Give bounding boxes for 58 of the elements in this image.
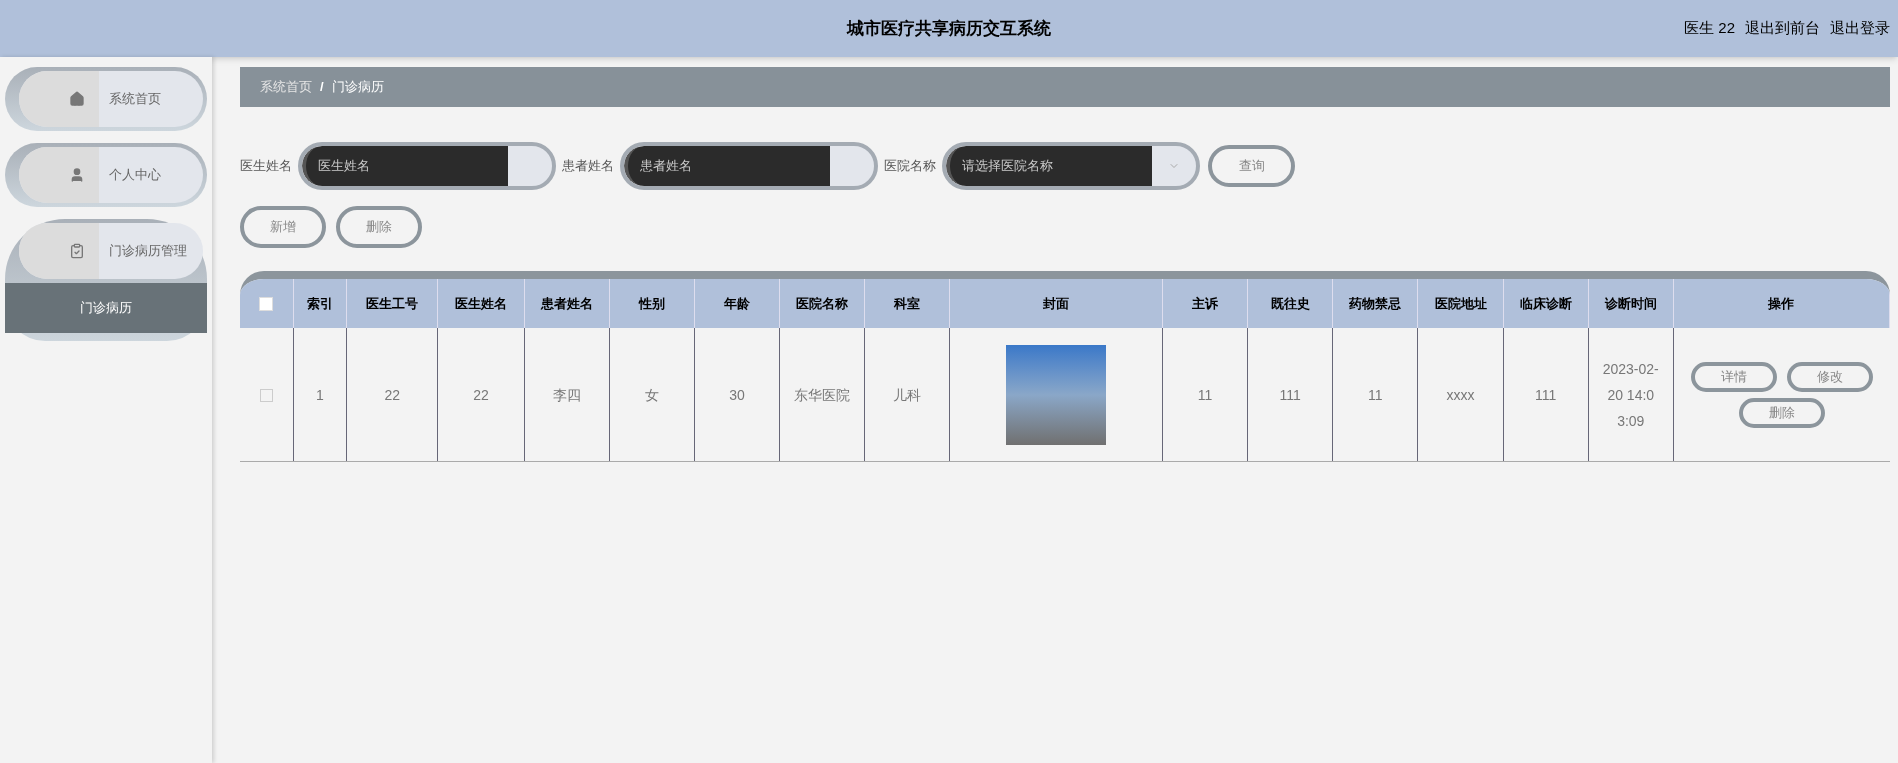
table-cell: 1 (315, 386, 324, 403)
menu-item[interactable]: 门诊病历管理 (19, 223, 203, 279)
column-header: 性别 (609, 279, 695, 328)
user-name: 医生 22 (1684, 18, 1735, 39)
column-header: 医生姓名 (437, 279, 525, 328)
table-cell: 儿科 (893, 386, 922, 403)
row-action-button[interactable]: 删除 (1738, 397, 1825, 428)
header-link[interactable]: 退出登录 (1830, 17, 1890, 40)
system-title: 城市医疗共享病历交互系统 (847, 17, 1051, 40)
column-header: 临床诊断 (1503, 279, 1589, 328)
row-action-button[interactable]: 详情 (1690, 361, 1777, 392)
column-header: 封面 (949, 279, 1163, 328)
user-icon (69, 167, 85, 183)
table-cell: 李四 (552, 386, 581, 403)
field-label: 医生姓名 (240, 157, 292, 176)
column-header: 医院名称 (779, 279, 865, 328)
column-header: 诊断时间 (1588, 279, 1674, 328)
search-button[interactable]: 查询 (1208, 145, 1295, 187)
select-field[interactable]: 请选择医院名称 (946, 146, 1152, 186)
delete-button[interactable]: 删除 (336, 206, 422, 248)
column-header: 年龄 (694, 279, 780, 328)
breadcrumb-link[interactable]: 门诊病历 (331, 77, 384, 97)
submenu-item[interactable]: 门诊病历 (5, 283, 207, 333)
table-cell: xxxx (1446, 386, 1475, 403)
column-header: 医院地址 (1417, 279, 1504, 328)
header-link[interactable]: 退出到前台 (1745, 17, 1820, 40)
column-header: 医生工号 (346, 279, 438, 328)
add-button[interactable]: 新增 (240, 206, 326, 248)
table-cell: 22 (384, 386, 400, 403)
column-header: 药物禁忌 (1332, 279, 1418, 328)
column-header: 患者姓名 (524, 279, 610, 328)
column-header: 主诉 (1162, 279, 1248, 328)
table-cell: 111 (1279, 386, 1301, 403)
row-checkbox[interactable] (259, 388, 273, 402)
column-header: 索引 (293, 279, 347, 328)
table-cell: 30 (729, 386, 745, 403)
select-all-checkbox[interactable] (259, 297, 274, 312)
menu-item[interactable]: 系统首页 (19, 71, 203, 127)
table-cell: 东华医院 (794, 386, 851, 403)
field-label: 患者姓名 (562, 157, 614, 176)
input-field[interactable]: 患者姓名 (624, 146, 830, 186)
column-header: 操作 (1673, 279, 1890, 328)
breadcrumb-separator: / (320, 78, 324, 97)
table-cell: 111 (1535, 386, 1557, 403)
field-label: 医院名称 (884, 157, 936, 176)
column-header: 科室 (864, 279, 950, 328)
home-icon (69, 91, 85, 107)
table-cell: 11 (1368, 386, 1383, 403)
table-cell: 女 (644, 386, 659, 403)
input-field[interactable]: 医生姓名 (302, 146, 508, 186)
table-cell: 22 (473, 386, 489, 403)
clipboard-icon (69, 243, 85, 259)
menu-item[interactable]: 个人中心 (19, 147, 203, 203)
table-cell: 11 (1197, 386, 1213, 403)
table-cell-text: 2023-02-20 14:03:09 (1601, 359, 1660, 431)
column-header: 既往史 (1247, 279, 1333, 328)
breadcrumb-link[interactable]: 系统首页 (260, 77, 312, 97)
row-action-button[interactable]: 修改 (1786, 361, 1873, 392)
